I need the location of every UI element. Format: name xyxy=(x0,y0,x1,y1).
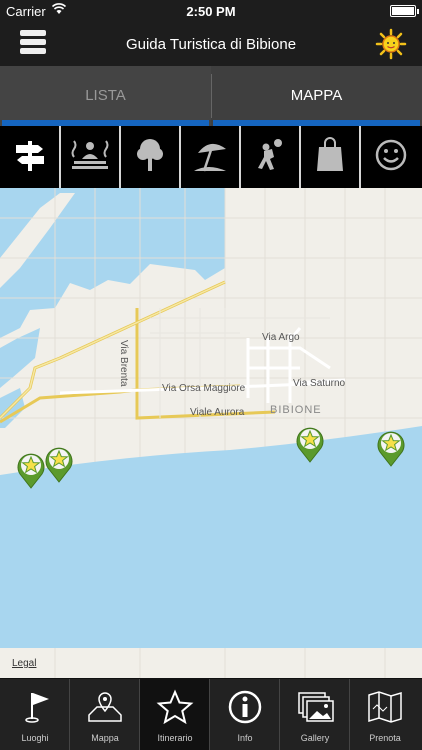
category-nature[interactable] xyxy=(120,126,181,188)
tab-prenota[interactable]: Prenota xyxy=(350,679,422,750)
battery-icon xyxy=(390,5,419,17)
category-shopping[interactable] xyxy=(300,126,361,188)
map-view[interactable]: Via Argo Via Brenta Via Orsa Maggiore Vi… xyxy=(0,188,422,678)
tab-label: Itinerario xyxy=(157,733,193,743)
clock: 2:50 PM xyxy=(186,4,236,19)
category-filter-bar xyxy=(0,126,422,188)
sport-icon xyxy=(252,137,288,178)
street-label: Via Brenta xyxy=(118,340,129,387)
map-pin[interactable] xyxy=(376,428,406,468)
tab-itinerario[interactable]: Itinerario xyxy=(140,679,210,750)
category-signpost[interactable] xyxy=(0,126,61,188)
tab-label: Info xyxy=(237,733,253,743)
city-label: BIBIONE xyxy=(270,404,322,416)
tab-gallery[interactable]: Gallery xyxy=(280,679,350,750)
map-pin[interactable] xyxy=(295,424,325,464)
tree-icon xyxy=(134,137,166,178)
gallery-icon xyxy=(295,689,335,725)
star-icon xyxy=(155,689,195,725)
tab-luoghi[interactable]: Luoghi xyxy=(0,679,70,750)
page-title: Guida Turistica di Bibione xyxy=(125,36,297,53)
legal-link[interactable]: Legal xyxy=(12,658,36,669)
tab-label: Prenota xyxy=(369,733,401,743)
sun-icon[interactable] xyxy=(374,28,408,60)
navigation-bar: Guida Turistica di Bibione xyxy=(0,22,422,66)
category-fun[interactable] xyxy=(360,126,422,188)
street-label: Via Saturno xyxy=(293,378,346,389)
view-switcher: LISTA MAPPA xyxy=(0,66,422,126)
street-label: Viale Aurora xyxy=(190,407,245,418)
map-pin[interactable] xyxy=(44,444,74,484)
tab-mappa-bottom[interactable]: Mappa xyxy=(70,679,140,750)
map-canvas xyxy=(0,188,422,678)
signpost-icon xyxy=(12,137,48,178)
map-pin[interactable] xyxy=(16,450,46,490)
category-spa[interactable] xyxy=(60,126,121,188)
smiley-icon xyxy=(374,138,408,177)
info-icon xyxy=(225,689,265,725)
tab-label: Mappa xyxy=(91,733,119,743)
map-icon xyxy=(85,689,125,725)
tab-label: Luoghi xyxy=(21,733,49,743)
category-sport[interactable] xyxy=(240,126,301,188)
tab-lista[interactable]: LISTA xyxy=(0,66,211,126)
shopping-bag-icon xyxy=(315,136,345,178)
street-label: Via Argo xyxy=(262,332,300,343)
tab-label: Gallery xyxy=(300,733,330,743)
folded-map-icon xyxy=(365,689,405,725)
tab-mappa[interactable]: MAPPA xyxy=(211,66,422,126)
tab-bar: Luoghi Mappa Itinerario Info Gallery Pre xyxy=(0,678,422,750)
spa-icon xyxy=(68,137,112,178)
status-bar: Carrier 2:50 PM xyxy=(0,0,422,22)
flag-pin-icon xyxy=(15,689,55,725)
street-label: Via Orsa Maggiore xyxy=(162,383,246,394)
beach-umbrella-icon xyxy=(190,137,230,178)
tab-info[interactable]: Info xyxy=(210,679,280,750)
category-beach[interactable] xyxy=(180,126,241,188)
